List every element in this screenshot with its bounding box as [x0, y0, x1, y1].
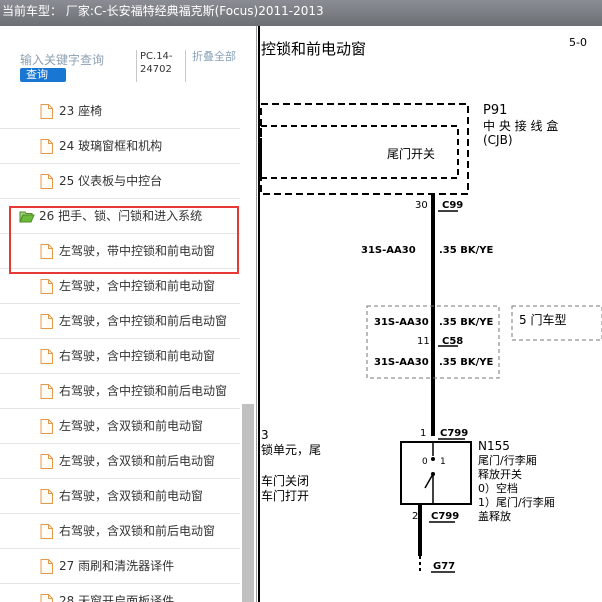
n155-switch-box	[400, 441, 472, 505]
document-icon	[40, 594, 53, 602]
tree-item[interactable]: 26 把手、锁、闩锁和进入系统	[0, 199, 240, 234]
wire-a-spec: .35 BK/YE	[439, 245, 493, 256]
document-icon	[40, 139, 53, 154]
tree-item-label: 26 把手、锁、闩锁和进入系统	[39, 209, 203, 223]
tree-item-label: 24 玻璃窗框和机构	[59, 139, 163, 153]
wiring-diagram: 控锁和前电动窗 5-0 尾门开关 P91 中 央 接 线 盒 (CJB) 30 …	[257, 26, 602, 602]
tree-item-label: 右驾驶，含双锁和前后电动窗	[59, 524, 216, 538]
tree-item[interactable]: 右驾驶，含双锁和前后电动窗	[0, 514, 240, 549]
page-ref: 5-0	[569, 36, 587, 49]
c799-top-label: C799	[440, 428, 468, 439]
five-door-label: 5 门车型	[519, 312, 566, 327]
document-icon	[40, 174, 53, 189]
document-icon	[40, 244, 53, 259]
search-input[interactable]	[20, 52, 132, 68]
n155-line4: 1）尾门/行李厢	[478, 495, 555, 509]
tree-item[interactable]: 左驾驶，含中控锁和前后电动窗	[0, 304, 240, 339]
tree-item[interactable]: 右驾驶，含中控锁和前后电动窗	[0, 374, 240, 409]
left-note-num: 3	[261, 428, 269, 442]
cjb-desc: 中 央 接 线 盒	[483, 118, 558, 133]
code-box: PC.14- 24702	[136, 50, 186, 82]
document-icon	[40, 279, 53, 294]
diagram-title: 控锁和前电动窗	[261, 40, 366, 58]
n155-line2: 释放开关	[478, 467, 522, 481]
tree-item-label: 左驾驶，带中控锁和前电动窗	[59, 244, 216, 258]
tree-item-label: 25 仪表板与中控台	[59, 174, 163, 188]
tree-item[interactable]: 25 仪表板与中控台	[0, 164, 240, 199]
tree-item[interactable]: 左驾驶，含双锁和前电动窗	[0, 409, 240, 444]
document-icon	[40, 419, 53, 434]
document-icon	[40, 559, 53, 574]
n155-line5: 盖释放	[478, 509, 511, 523]
tree-item[interactable]: 左驾驶，含中控锁和前电动窗	[0, 269, 240, 304]
left-panel: 查询 PC.14- 24702 折叠全部 23 座椅 24 玻璃窗框和机构 25 仪…	[0, 26, 257, 602]
tree-item-label: 28 天窗开启面板译件	[59, 594, 175, 602]
cjb-abbrev: (CJB)	[483, 133, 513, 147]
ground-label: G77	[433, 561, 455, 572]
tree-item-label: 左驾驶，含双锁和前电动窗	[59, 419, 204, 433]
document-icon	[40, 384, 53, 399]
tree-item[interactable]: 右驾驶，含双锁和前电动窗	[0, 479, 240, 514]
cjb-name: P91	[483, 103, 507, 118]
tree-item[interactable]: 23 座椅	[0, 94, 240, 129]
tree-item-label: 27 雨刷和清洗器译件	[59, 559, 175, 573]
section-tree: 23 座椅 24 玻璃窗框和机构 25 仪表板与中控台 26 把手、锁、闩锁和进入系统…	[0, 94, 240, 602]
window-title: 当前车型： 厂家:C-长安福特经典福克斯(Focus)2011-2013	[2, 4, 324, 18]
search-area: 查询 PC.14- 24702 折叠全部	[0, 26, 256, 88]
document-icon	[40, 489, 53, 504]
n155-line1: 尾门/行李厢	[478, 453, 537, 467]
document-icon	[40, 524, 53, 539]
left-note-1: 锁单元，尾	[261, 442, 321, 457]
wire-c-code: 31S-AA30	[374, 357, 429, 368]
code-line-2: 24702	[140, 64, 172, 75]
code-line-1: PC.14-	[140, 51, 173, 62]
c99-label: C99	[442, 200, 463, 211]
document-icon	[40, 104, 53, 119]
tree-scrollbar[interactable]	[242, 404, 254, 602]
tree-item-label: 左驾驶，含双锁和前后电动窗	[59, 454, 216, 468]
tree-item[interactable]: 28 天窗开启面板译件	[0, 584, 240, 602]
tree-item-label: 左驾驶，含中控锁和前电动窗	[59, 279, 216, 293]
wire-b-spec: .35 BK/YE	[439, 317, 493, 328]
wire-a-code: 31S-AA30	[361, 245, 416, 256]
switch-contact-top	[431, 457, 435, 461]
tree-item-label: 左驾驶，含中控锁和前后电动窗	[59, 314, 228, 328]
tree-item-label: 右驾驶，含中控锁和前后电动窗	[59, 384, 228, 398]
tree-item[interactable]: 左驾驶，含双锁和前后电动窗	[0, 444, 240, 479]
tree-item-label: 23 座椅	[59, 104, 103, 118]
tree-item[interactable]: 左驾驶，带中控锁和前电动窗	[0, 234, 240, 269]
collapse-all-button[interactable]: 折叠全部	[192, 50, 238, 63]
tree-item[interactable]: 右驾驶，含中控锁和前电动窗	[0, 339, 240, 374]
wire-c-spec: .35 BK/YE	[439, 357, 493, 368]
document-icon	[40, 454, 53, 469]
pin-30-label: 30	[415, 200, 428, 211]
switch-pos-1: 1	[440, 457, 446, 467]
switch-label: 尾门开关	[387, 146, 435, 161]
search-button[interactable]: 查询	[20, 68, 66, 82]
n155-line3: 0）空档	[478, 481, 518, 495]
document-icon	[40, 314, 53, 329]
tree-item[interactable]: 24 玻璃窗框和机构	[0, 129, 240, 164]
pin-1-label: 1	[420, 428, 426, 439]
left-note-3: 车门打开	[261, 488, 309, 503]
document-icon	[40, 349, 53, 364]
tree-item[interactable]: 27 雨刷和清洗器译件	[0, 549, 240, 584]
cjb-box	[260, 103, 469, 195]
wire-b-code: 31S-AA30	[374, 317, 429, 328]
tree-item-label: 右驾驶，含双锁和前电动窗	[59, 489, 204, 503]
tree-item-label: 右驾驶，含中控锁和前电动窗	[59, 349, 216, 363]
pin-2-label: 2	[412, 511, 418, 522]
folder-open-icon	[19, 210, 35, 223]
pin-11-label: 11	[417, 336, 430, 347]
switch-pos-0: 0	[422, 457, 428, 467]
window-titlebar: 当前车型： 厂家:C-长安福特经典福克斯(Focus)2011-2013	[0, 0, 602, 26]
n155-name: N155	[478, 439, 510, 453]
left-note-2: 车门关闭	[261, 473, 309, 488]
c799-bottom-label: C799	[431, 511, 459, 522]
